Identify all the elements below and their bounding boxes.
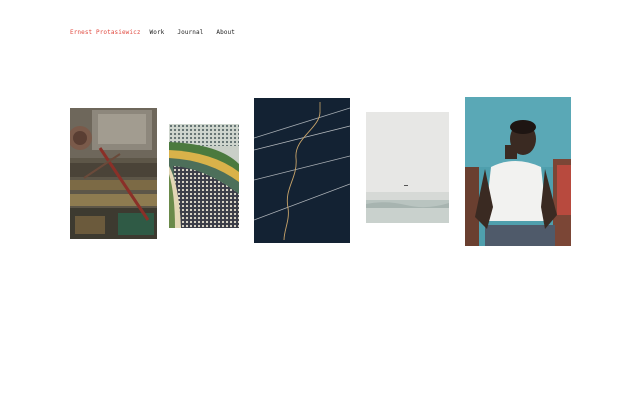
wires-night-image [254,98,350,243]
nav-link-journal[interactable]: Journal [177,29,203,36]
man-white-shirt-image [465,97,571,246]
mosaic-table-image [169,124,239,228]
photo-foggy-sea[interactable] [366,112,449,223]
nav-link-work[interactable]: Work [150,29,165,36]
foggy-sea-image [366,112,449,223]
photo-rusty-machinery[interactable] [70,108,157,239]
main-nav: Ernest Protasiewicz Work Journal About [70,27,248,37]
photo-man-white-shirt[interactable] [465,97,571,246]
nav-link-about[interactable]: About [216,29,235,36]
rusty-machinery-image [70,108,157,239]
site-name-link[interactable]: Ernest Protasiewicz [70,29,141,36]
photo-mosaic-table[interactable] [169,124,239,228]
photo-wires-night[interactable] [254,98,350,243]
